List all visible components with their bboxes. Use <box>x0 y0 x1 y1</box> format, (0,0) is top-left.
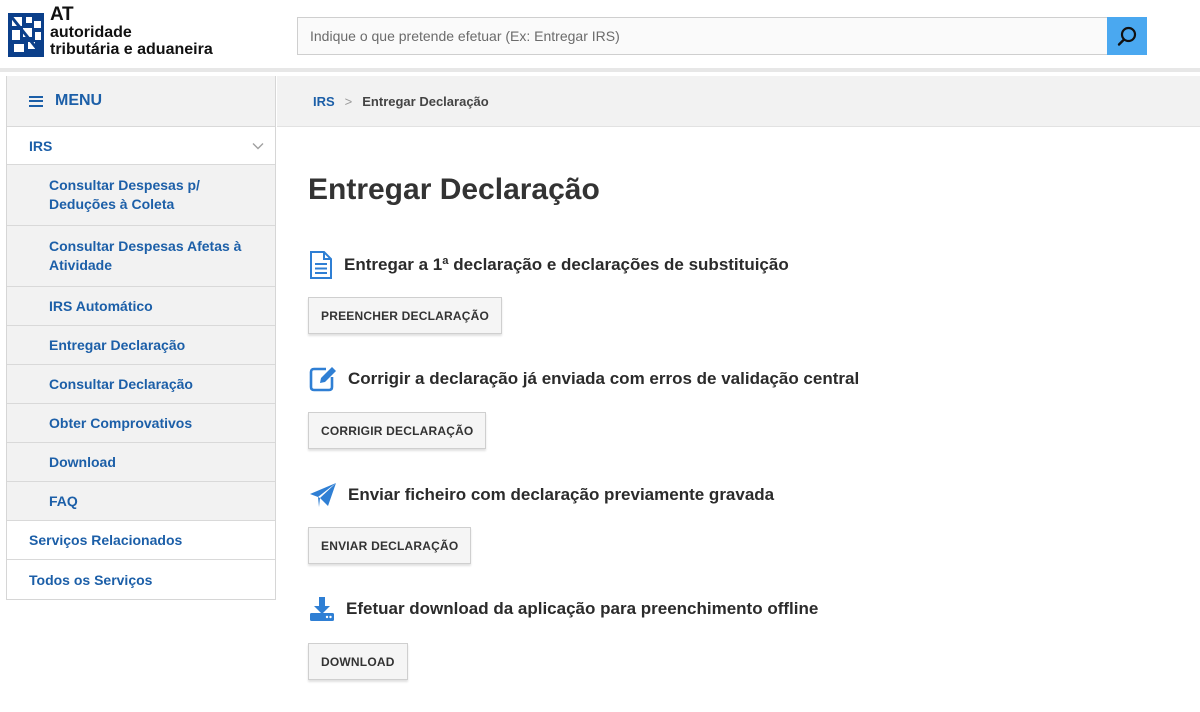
preencher-declaracao-button[interactable]: PREENCHER DECLARAÇÃO <box>308 297 503 334</box>
sidebar-item-label: Download <box>49 453 116 470</box>
sidebar-item-label: Consultar Despesas p/ Deduções à Coleta <box>49 177 200 212</box>
section-heading-entregar: Entregar a 1ª declaração e declarações d… <box>308 250 789 280</box>
sidebar-item-label: Serviços Relacionados <box>29 532 183 548</box>
sidebar-item-entregar-declaracao[interactable]: Entregar Declaração <box>7 326 275 365</box>
sidebar-item-label: Todos os Serviços <box>29 571 153 588</box>
search-input[interactable] <box>297 17 1107 55</box>
download-icon <box>308 595 336 623</box>
search-button[interactable] <box>1107 17 1147 55</box>
brand-wordmark: AT autoridade tributária e aduaneira <box>50 5 213 58</box>
sidebar: MENU IRS Consultar Despesas p/ Deduções … <box>6 76 276 600</box>
breadcrumb-link-irs[interactable]: IRS <box>313 94 335 109</box>
corrigir-declaracao-button[interactable]: CORRIGIR DECLARAÇÃO <box>308 412 487 449</box>
section-heading-text: Enviar ficheiro com declaração previamen… <box>348 485 775 504</box>
sidebar-item-consultar-despesas-deducoes[interactable]: Consultar Despesas p/ Deduções à Coleta <box>7 165 275 226</box>
sidebar-submenu: Consultar Despesas p/ Deduções à Coleta … <box>7 165 275 521</box>
brand-line-1: autoridade <box>50 23 132 41</box>
sidebar-item-label: FAQ <box>49 492 78 509</box>
sidebar-item-label: Consultar Declaração <box>49 375 193 392</box>
section-heading-download: Efetuar download da aplicação para preen… <box>308 595 818 623</box>
at-logo[interactable]: AT autoridade tributária e aduaneira <box>8 0 213 62</box>
menu-toggle[interactable]: MENU <box>7 76 275 127</box>
sidebar-item-consultar-despesas-atividade[interactable]: Consultar Despesas Afetas à Atividade <box>7 226 275 287</box>
section-heading-text: Entregar a 1ª declaração e declarações d… <box>344 255 789 274</box>
sidebar-item-label: IRS <box>29 137 53 154</box>
enviar-declaracao-button[interactable]: ENVIAR DECLARAÇÃO <box>308 527 472 564</box>
section-heading-enviar: Enviar ficheiro com declaração previamen… <box>308 481 774 509</box>
at-logo-icon <box>8 13 44 57</box>
hamburger-icon <box>29 95 43 107</box>
menu-label: MENU <box>55 92 103 109</box>
paper-plane-icon <box>308 481 338 509</box>
sidebar-item-label: IRS Automático <box>49 297 153 314</box>
chevron-down-icon <box>252 142 264 149</box>
sidebar-item-faq[interactable]: FAQ <box>7 482 275 521</box>
brand-line-2: tributária e aduaneira <box>50 40 213 58</box>
section-heading-corrigir: Corrigir a declaração já enviada com err… <box>308 365 859 393</box>
section-heading-text: Corrigir a declaração já enviada com err… <box>348 369 860 388</box>
sidebar-item-servicos-relacionados[interactable]: Serviços Relacionados <box>7 521 275 560</box>
brand-short: AT <box>50 3 74 25</box>
sidebar-item-consultar-declaracao[interactable]: Consultar Declaração <box>7 365 275 404</box>
sidebar-item-download[interactable]: Download <box>7 443 275 482</box>
breadcrumb-current: Entregar Declaração <box>362 93 489 109</box>
search-icon <box>1117 26 1137 46</box>
sidebar-item-todos-servicos[interactable]: Todos os Serviços <box>7 560 275 599</box>
breadcrumb-separator: > <box>344 93 353 109</box>
search-bar <box>297 17 1147 55</box>
sidebar-item-obter-comprovativos[interactable]: Obter Comprovativos <box>7 404 275 443</box>
edit-icon <box>308 365 338 393</box>
sidebar-item-irs-automatico[interactable]: IRS Automático <box>7 287 275 326</box>
section-heading-text: Efetuar download da aplicação para preen… <box>346 599 819 618</box>
page-title: Entregar Declaração <box>308 173 600 206</box>
document-icon <box>308 250 334 280</box>
sidebar-item-label: Entregar Declaração <box>49 336 186 353</box>
sidebar-item-irs[interactable]: IRS <box>7 127 275 165</box>
site-header: AT autoridade tributária e aduaneira <box>0 0 1200 72</box>
sidebar-item-label: Obter Comprovativos <box>49 414 193 431</box>
sidebar-item-label: Consultar Despesas Afetas à Atividade <box>49 238 242 273</box>
download-button[interactable]: DOWNLOAD <box>308 643 408 680</box>
breadcrumb: IRS > Entregar Declaração <box>277 76 1200 127</box>
